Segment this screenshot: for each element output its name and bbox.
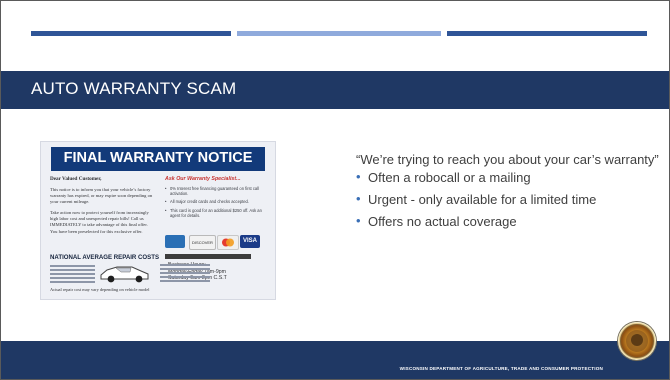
notice-side-bullet: All major credit cards and checks accept… bbox=[165, 199, 267, 204]
redacted-phone-bar bbox=[165, 254, 251, 259]
warranty-notice-image: FINAL WARRANTY NOTICE Dear Valued Custom… bbox=[40, 141, 276, 300]
notice-greeting: Dear Valued Customer, bbox=[50, 176, 102, 182]
bullet-item: Urgent - only available for a limited ti… bbox=[356, 191, 668, 208]
slide-body: “We’re trying to reach you about your ca… bbox=[356, 152, 668, 236]
slide-title: AUTO WARRANTY SCAM bbox=[31, 79, 237, 98]
bullet-item: Offers no actual coverage bbox=[356, 213, 668, 230]
payment-cards: DISCOVER VISA bbox=[165, 235, 265, 253]
accent-bar-left bbox=[31, 31, 231, 36]
amex-card-icon bbox=[165, 235, 185, 248]
notice-paragraph-2: Take action now to protect yourself from… bbox=[50, 210, 149, 234]
notice-left-column: Dear Valued Customer, This notice is to … bbox=[50, 176, 156, 235]
accent-bar-right bbox=[447, 31, 647, 36]
repair-costs-list-right bbox=[160, 262, 210, 284]
scam-quote: “We’re trying to reach you about your ca… bbox=[356, 152, 659, 167]
repair-costs-list bbox=[50, 263, 95, 285]
accent-bar-middle bbox=[237, 31, 441, 36]
car-icon bbox=[100, 266, 149, 283]
notice-disclaimer: Actual repair cost may vary depending on… bbox=[50, 287, 150, 292]
notice-side-heading: Ask Our Warranty Specialist... bbox=[165, 176, 241, 182]
notice-side-bullets: 0% Interest free financing guaranteed on… bbox=[165, 186, 267, 218]
bullet-list: Often a robocall or a mailing Urgent - o… bbox=[356, 169, 668, 230]
notice-heading: FINAL WARRANTY NOTICE bbox=[63, 150, 253, 166]
title-band: AUTO WARRANTY SCAM bbox=[1, 71, 669, 109]
notice-right-column: Ask Our Warranty Specialist... 0% Intere… bbox=[165, 176, 267, 221]
notice-heading-band: FINAL WARRANTY NOTICE bbox=[51, 147, 265, 171]
notice-side-bullet: This card is good for an additional $250… bbox=[165, 208, 267, 218]
visa-card-label: VISA bbox=[242, 238, 257, 244]
state-seal-icon bbox=[618, 322, 656, 360]
notice-side-bullet: 0% Interest free financing guaranteed on… bbox=[165, 186, 267, 196]
footer-band: WISCONSIN DEPARTMENT OF AGRICULTURE, TRA… bbox=[1, 341, 669, 379]
discover-card-icon: DISCOVER bbox=[189, 235, 216, 250]
mastercard-icon bbox=[217, 235, 239, 250]
discover-card-label: DISCOVER bbox=[192, 240, 213, 245]
notice-paragraph-1: This notice is to inform you that your v… bbox=[50, 187, 153, 205]
footer-text: WISCONSIN DEPARTMENT OF AGRICULTURE, TRA… bbox=[399, 366, 603, 371]
visa-card-icon: VISA bbox=[240, 235, 260, 248]
slide: AUTO WARRANTY SCAM FINAL WARRANTY NOTICE… bbox=[0, 0, 670, 380]
bullet-item: Often a robocall or a mailing bbox=[356, 169, 668, 186]
